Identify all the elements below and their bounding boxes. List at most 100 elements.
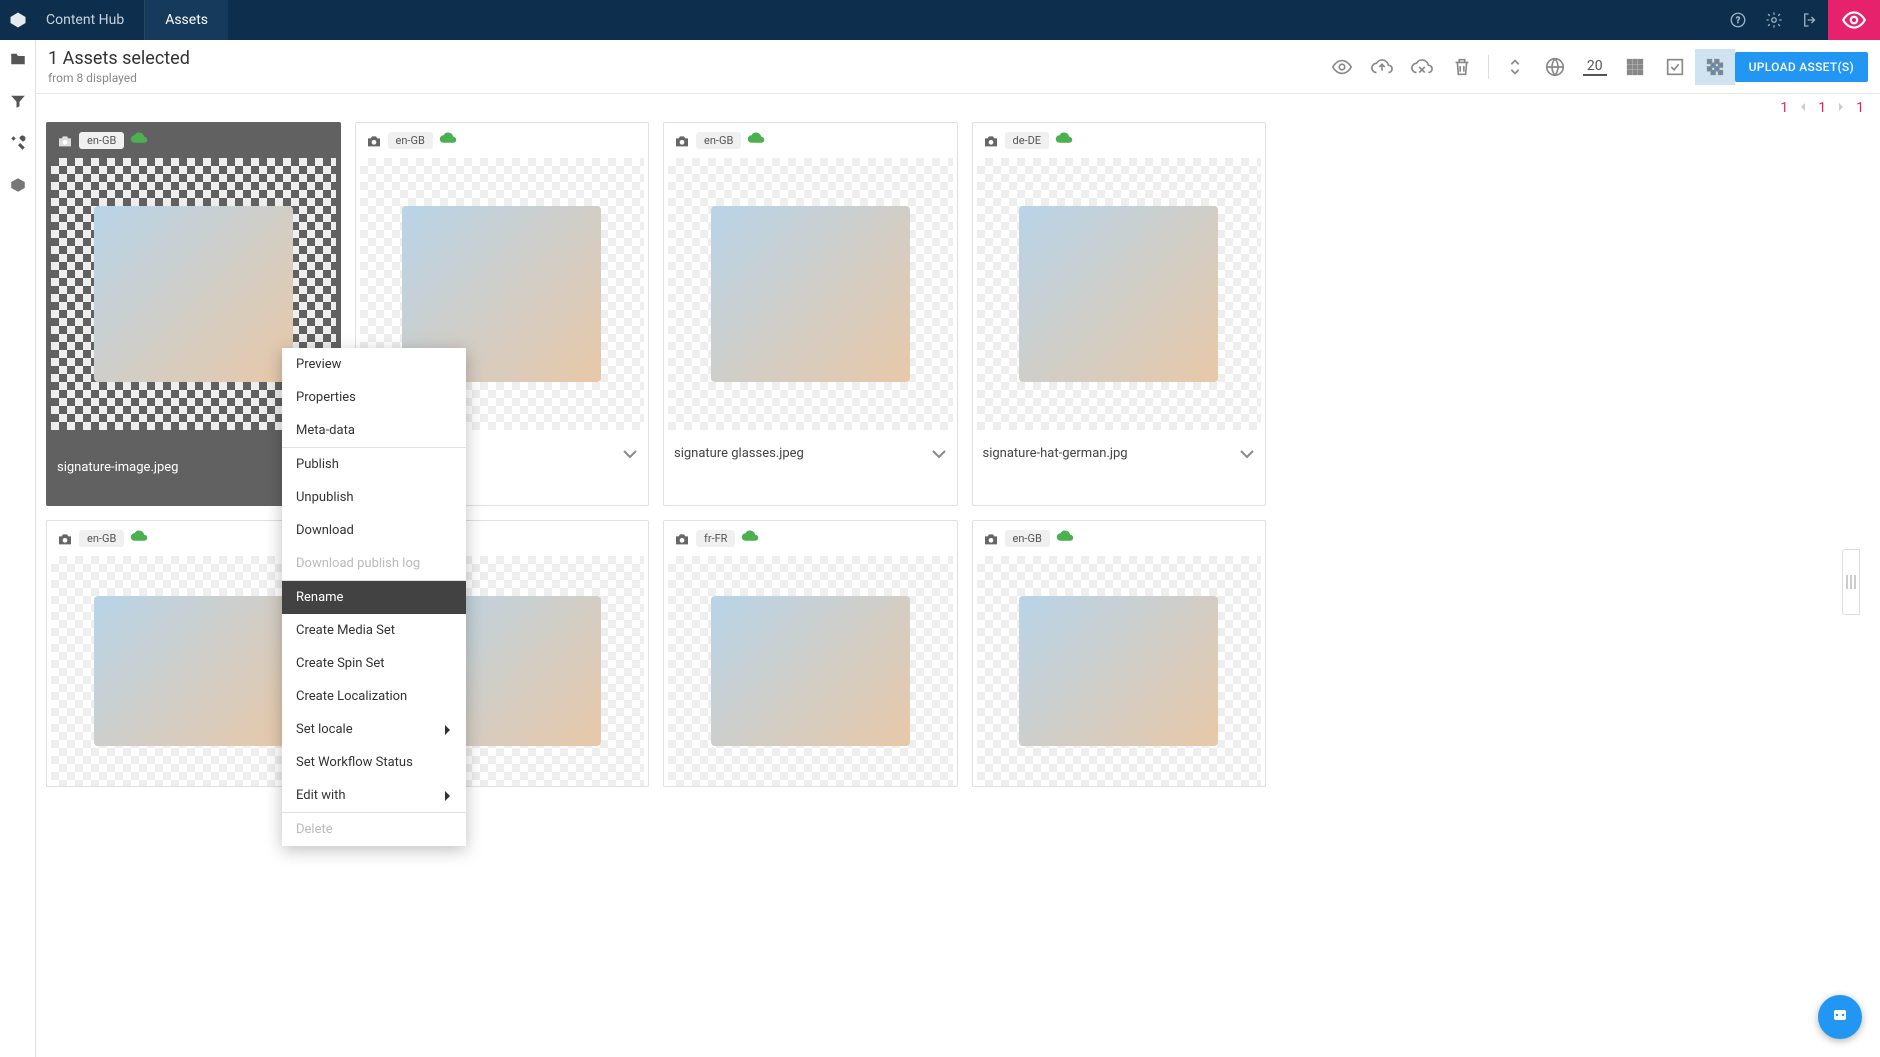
sort-icon[interactable] bbox=[1495, 49, 1535, 85]
card-footer: signature-hat-german.jpg bbox=[973, 430, 1266, 477]
context-menu-label: Delete bbox=[296, 822, 333, 837]
context-menu-item[interactable]: Rename bbox=[282, 581, 466, 614]
asset-grid-scroll[interactable]: en-GB signature-image.jpeg en-GB signatu… bbox=[36, 122, 1880, 1057]
chat-bubble[interactable] bbox=[1818, 995, 1862, 1039]
cloud-published-icon bbox=[439, 131, 457, 150]
asset-card[interactable]: en-GB signature glasses.jpeg bbox=[663, 122, 958, 506]
camera-icon bbox=[674, 532, 690, 546]
locale-chip: fr-FR bbox=[696, 530, 735, 547]
context-menu-item: Delete bbox=[282, 813, 466, 846]
context-menu-label: Set locale bbox=[296, 722, 353, 737]
context-menu-label: Unpublish bbox=[296, 490, 354, 505]
asset-filename: signature-hat-german.jpg bbox=[983, 446, 1128, 461]
context-menu-label: Create Media Set bbox=[296, 623, 395, 638]
trash-icon[interactable] bbox=[1442, 49, 1482, 85]
camera-icon bbox=[57, 532, 73, 546]
card-header: en-GB bbox=[47, 123, 340, 158]
context-menu-item[interactable]: Edit with bbox=[282, 779, 466, 812]
locale-chip: de-DE bbox=[1005, 132, 1050, 149]
asset-card[interactable]: fr-FR bbox=[663, 520, 958, 787]
asset-card[interactable]: en-GB bbox=[972, 520, 1267, 787]
card-header: en-GB bbox=[973, 521, 1266, 556]
asset-filename: signature glasses.jpeg bbox=[674, 446, 804, 461]
context-menu-label: Meta-data bbox=[296, 423, 355, 438]
context-menu-item: Download publish log bbox=[282, 547, 466, 580]
context-menu-label: Rename bbox=[296, 590, 343, 605]
grid-view-icon[interactable] bbox=[1615, 49, 1655, 85]
chevron-down-icon[interactable] bbox=[622, 444, 638, 463]
asset-thumbnail[interactable] bbox=[977, 556, 1262, 786]
locale-chip: en-GB bbox=[388, 132, 433, 149]
preview-eye-button[interactable] bbox=[1828, 0, 1880, 40]
locale-chip: en-GB bbox=[1005, 530, 1050, 547]
cloud-published-icon bbox=[1055, 131, 1073, 150]
context-menu-item[interactable]: Set Workflow Status bbox=[282, 746, 466, 779]
folder-icon[interactable] bbox=[9, 50, 27, 72]
cloud-published-icon bbox=[130, 529, 148, 548]
asset-grid: en-GB signature-image.jpeg en-GB signatu… bbox=[46, 122, 1266, 787]
context-menu-label: Edit with bbox=[296, 788, 346, 803]
checkbox-icon[interactable] bbox=[1655, 49, 1695, 85]
asset-thumbnail[interactable] bbox=[668, 556, 953, 786]
context-menu-item[interactable]: Create Spin Set bbox=[282, 647, 466, 680]
checkerboard-icon[interactable] bbox=[1695, 49, 1735, 85]
context-menu-item[interactable]: Create Localization bbox=[282, 680, 466, 713]
card-footer: signature glasses.jpeg bbox=[664, 430, 957, 477]
context-menu-item[interactable]: Publish bbox=[282, 448, 466, 481]
camera-icon bbox=[983, 532, 999, 546]
context-menu-label: Preview bbox=[296, 357, 341, 372]
locale-chip: en-GB bbox=[79, 530, 124, 547]
context-menu: Preview Properties Meta-data Publish Unpubli… bbox=[282, 348, 466, 846]
tools-icon[interactable] bbox=[9, 134, 27, 156]
camera-icon bbox=[366, 134, 382, 148]
logout-icon[interactable] bbox=[1792, 0, 1828, 40]
context-menu-item[interactable]: Set locale bbox=[282, 713, 466, 746]
page-prev-icon[interactable] bbox=[1798, 100, 1808, 116]
chevron-right-icon bbox=[444, 724, 452, 736]
locale-chip: en-GB bbox=[696, 132, 741, 149]
cloud-published-icon bbox=[1056, 529, 1074, 548]
globe-icon[interactable] bbox=[1535, 49, 1575, 85]
page-size[interactable]: 20 bbox=[1583, 58, 1607, 76]
chevron-right-icon bbox=[444, 790, 452, 802]
help-icon[interactable]: ? bbox=[1720, 0, 1756, 40]
context-menu-label: Download bbox=[296, 523, 354, 538]
chevron-down-icon[interactable] bbox=[931, 444, 947, 463]
nav-tab-assets[interactable]: Assets bbox=[145, 0, 228, 40]
box-icon[interactable] bbox=[9, 176, 27, 198]
context-menu-label: Create Localization bbox=[296, 689, 407, 704]
asset-filename: signature-image.jpeg bbox=[57, 460, 178, 475]
context-menu-item[interactable]: Unpublish bbox=[282, 481, 466, 514]
camera-icon bbox=[674, 134, 690, 148]
context-menu-item[interactable]: Download bbox=[282, 514, 466, 547]
context-menu-item[interactable]: Create Media Set bbox=[282, 614, 466, 647]
cloud-published-icon bbox=[747, 131, 765, 150]
cloud-published-icon bbox=[741, 529, 759, 548]
view-icon[interactable] bbox=[1322, 49, 1362, 85]
page-total-left: 1 bbox=[1780, 100, 1788, 116]
chevron-down-icon[interactable] bbox=[1239, 444, 1255, 463]
locale-chip: en-GB bbox=[79, 132, 124, 149]
asset-thumbnail[interactable] bbox=[977, 158, 1262, 430]
filter-icon[interactable] bbox=[9, 92, 27, 114]
app-logo[interactable] bbox=[0, 0, 36, 40]
selection-title: 1 Assets selected bbox=[48, 48, 190, 69]
context-menu-item[interactable]: Meta-data bbox=[282, 414, 466, 447]
asset-card[interactable]: de-DE signature-hat-german.jpg bbox=[972, 122, 1267, 506]
svg-text:?: ? bbox=[1736, 16, 1740, 26]
main-content: 1 Assets selected from 8 displayed 20 UP… bbox=[36, 40, 1880, 1057]
gear-icon[interactable] bbox=[1756, 0, 1792, 40]
right-panel-handle[interactable] bbox=[1842, 549, 1860, 615]
selection-toolbar: 1 Assets selected from 8 displayed 20 UP… bbox=[36, 40, 1880, 94]
context-menu-label: Set Workflow Status bbox=[296, 755, 413, 770]
context-menu-label: Publish bbox=[296, 457, 339, 472]
upload-assets-button[interactable]: UPLOAD ASSET(S) bbox=[1735, 52, 1868, 82]
asset-thumbnail[interactable] bbox=[668, 158, 953, 430]
page-next-icon[interactable] bbox=[1836, 100, 1846, 116]
context-menu-item[interactable]: Preview bbox=[282, 348, 466, 381]
left-rail bbox=[0, 40, 36, 1057]
context-menu-item[interactable]: Properties bbox=[282, 381, 466, 414]
cloud-upload-icon[interactable] bbox=[1362, 49, 1402, 85]
card-header: fr-FR bbox=[664, 521, 957, 556]
cloud-remove-icon[interactable] bbox=[1402, 49, 1442, 85]
